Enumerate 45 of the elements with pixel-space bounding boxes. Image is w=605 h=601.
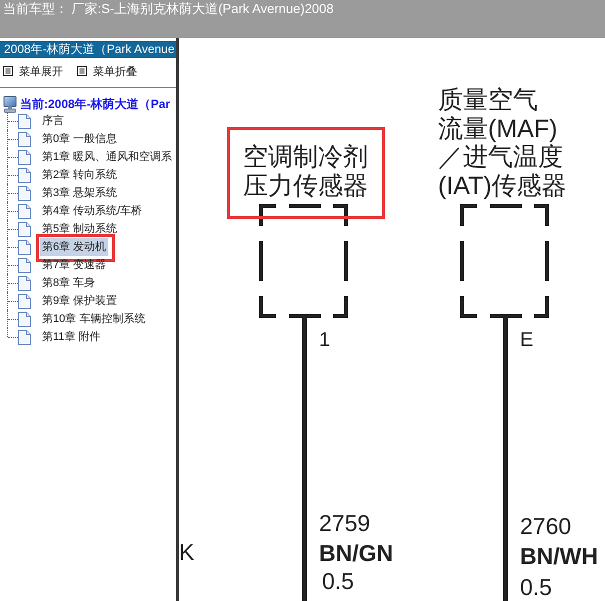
document-icon — [18, 114, 31, 128]
wire-label: K — [179, 538, 194, 567]
wire-size: 0.5 — [321, 568, 355, 594]
document-icon — [18, 168, 31, 182]
current-model-title: 当前车型： 厂家:S-上海别克林荫大道(Park Avernue)2008 — [3, 0, 334, 17]
document-icon — [18, 150, 31, 164]
sensor-label: 空调制冷剂 压力传感器 — [243, 143, 368, 200]
tree-item[interactable]: 第0章 一般信息 — [40, 130, 120, 148]
document-icon — [18, 312, 31, 326]
computer-icon — [3, 96, 17, 112]
circuit-number: 2759 — [319, 509, 372, 538]
list-box-icon — [77, 66, 87, 76]
menu-button[interactable]: 菜单折叠 — [77, 63, 137, 79]
tree-item[interactable]: 第7章 变速器 — [40, 256, 108, 274]
tree-item[interactable]: 第8章 车身 — [40, 274, 98, 292]
list-box-icon — [3, 66, 13, 76]
tree-item[interactable]: 第10章 车辆控制系统 — [40, 310, 148, 328]
wire-color-code: BN/GN — [319, 539, 394, 568]
document-icon — [18, 186, 31, 200]
circuit-number: 2760 — [520, 512, 572, 541]
tree-item[interactable]: 第9章 保护装置 — [40, 292, 120, 310]
tree-item[interactable]: 第3章 悬架系统 — [40, 184, 120, 202]
document-icon — [18, 132, 31, 146]
pin-label: 1 — [319, 330, 330, 350]
document-icon — [18, 204, 31, 218]
sensor-label: 质量空气 流量(MAF) ／进气温度 (IAT)传感器 — [438, 86, 567, 200]
tree-item[interactable]: 第11章 附件 — [40, 328, 102, 346]
tree-item[interactable]: 第6章 发动机 — [40, 238, 108, 256]
pin-label: E — [520, 330, 534, 350]
wire-color-code: BN/WH — [520, 542, 598, 571]
tree-root-item[interactable]: 当前:2008年-林荫大道（Par — [0, 96, 176, 112]
tree-item[interactable]: 第1章 暖风、通风和空调系 — [40, 148, 174, 166]
document-icon — [18, 222, 31, 236]
document-icon — [18, 294, 31, 308]
wire-size: 0.5 — [520, 574, 553, 600]
tree-item[interactable]: 第2章 转向系统 — [40, 166, 120, 184]
sidebar-title: 2008年-林荫大道（Park Avenue — [0, 41, 176, 58]
tree-item[interactable]: 第5章 制动系统 — [40, 220, 120, 238]
document-icon — [18, 258, 31, 272]
document-icon — [18, 330, 31, 344]
document-icon — [18, 276, 31, 290]
tree-item[interactable]: 第4章 传动系统/车桥 — [40, 202, 144, 220]
menu-button[interactable]: 菜单展开 — [3, 63, 63, 79]
tree-item[interactable]: 序言 — [40, 112, 66, 130]
document-icon — [18, 240, 31, 254]
